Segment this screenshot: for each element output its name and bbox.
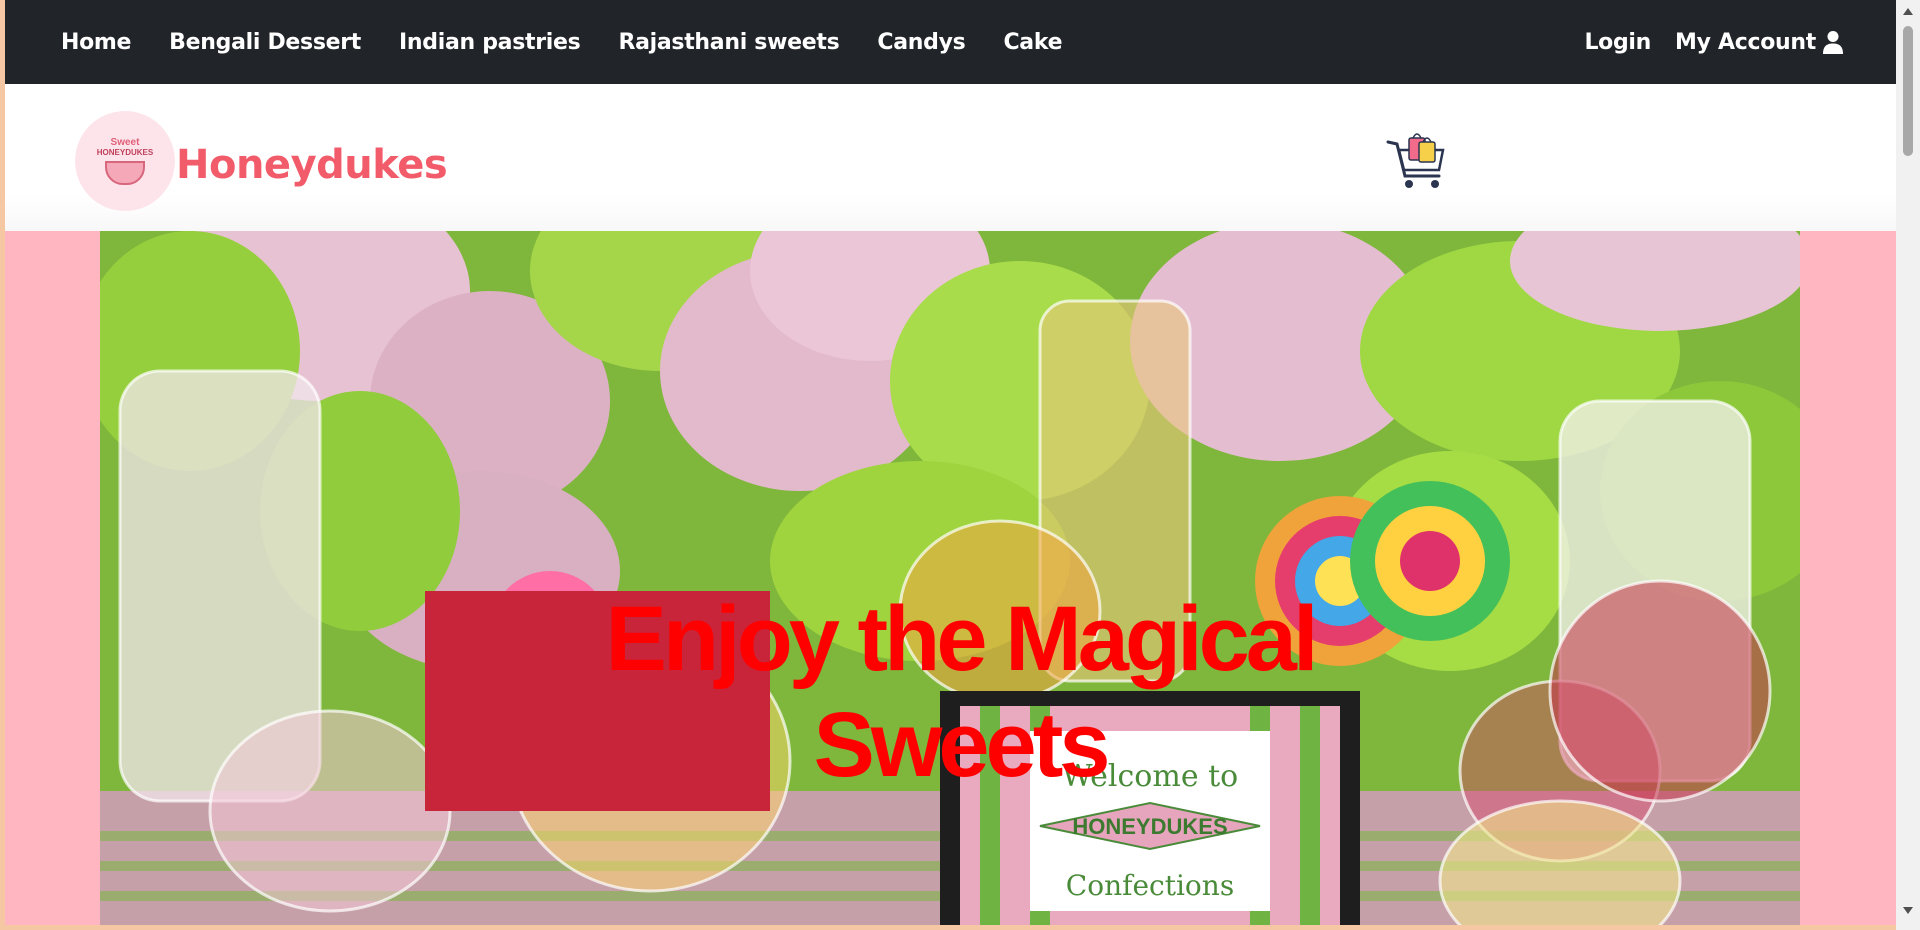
nav-item-home[interactable]: Home xyxy=(61,30,131,55)
logo-text-top: Sweet xyxy=(110,137,140,148)
sign-line-3: Confections xyxy=(1066,869,1234,902)
login-link[interactable]: Login xyxy=(1584,30,1651,55)
scroll-down-arrow-icon[interactable] xyxy=(1903,907,1913,914)
sign-line-2: HONEYDUKES xyxy=(1072,814,1227,839)
nav-item-bengali-dessert[interactable]: Bengali Dessert xyxy=(169,30,361,55)
my-account-link[interactable]: My Account xyxy=(1675,30,1844,55)
hero-candy-shop-image: Welcome to HONEYDUKES Confections xyxy=(100,231,1800,925)
scroll-up-arrow-icon[interactable] xyxy=(1903,8,1913,15)
page-scrollbar[interactable] xyxy=(1896,0,1920,930)
brand-name[interactable]: Honeydukes xyxy=(176,142,448,188)
nav-item-cake[interactable]: Cake xyxy=(1003,30,1062,55)
nav-item-candys[interactable]: Candys xyxy=(877,30,965,55)
nav-links: Home Bengali Dessert Indian pastries Raj… xyxy=(61,30,1100,55)
nav-item-rajasthani-sweets[interactable]: Rajasthani sweets xyxy=(618,30,839,55)
site-header: Sweet HONEYDUKES Honeydukes xyxy=(5,84,1896,231)
nav-account-area: Login My Account xyxy=(1584,30,1844,55)
shopping-cart-icon[interactable] xyxy=(1385,128,1453,196)
my-account-label: My Account xyxy=(1675,29,1816,55)
site-logo[interactable]: Sweet HONEYDUKES xyxy=(75,111,175,211)
top-navbar: Home Bengali Dessert Indian pastries Raj… xyxy=(5,0,1896,84)
hero-headline: Enjoy the Magical Sweets xyxy=(605,588,1318,796)
hero-banner: Welcome to HONEYDUKES Confections Enjoy … xyxy=(100,231,1800,925)
nav-item-indian-pastries[interactable]: Indian pastries xyxy=(399,30,581,55)
scrollbar-thumb[interactable] xyxy=(1903,26,1913,156)
logo-text-main: HONEYDUKES xyxy=(96,148,154,157)
logo-cupcake-icon xyxy=(105,161,145,185)
browser-viewport: Home Bengali Dessert Indian pastries Raj… xyxy=(5,0,1896,925)
user-icon xyxy=(1823,31,1843,54)
